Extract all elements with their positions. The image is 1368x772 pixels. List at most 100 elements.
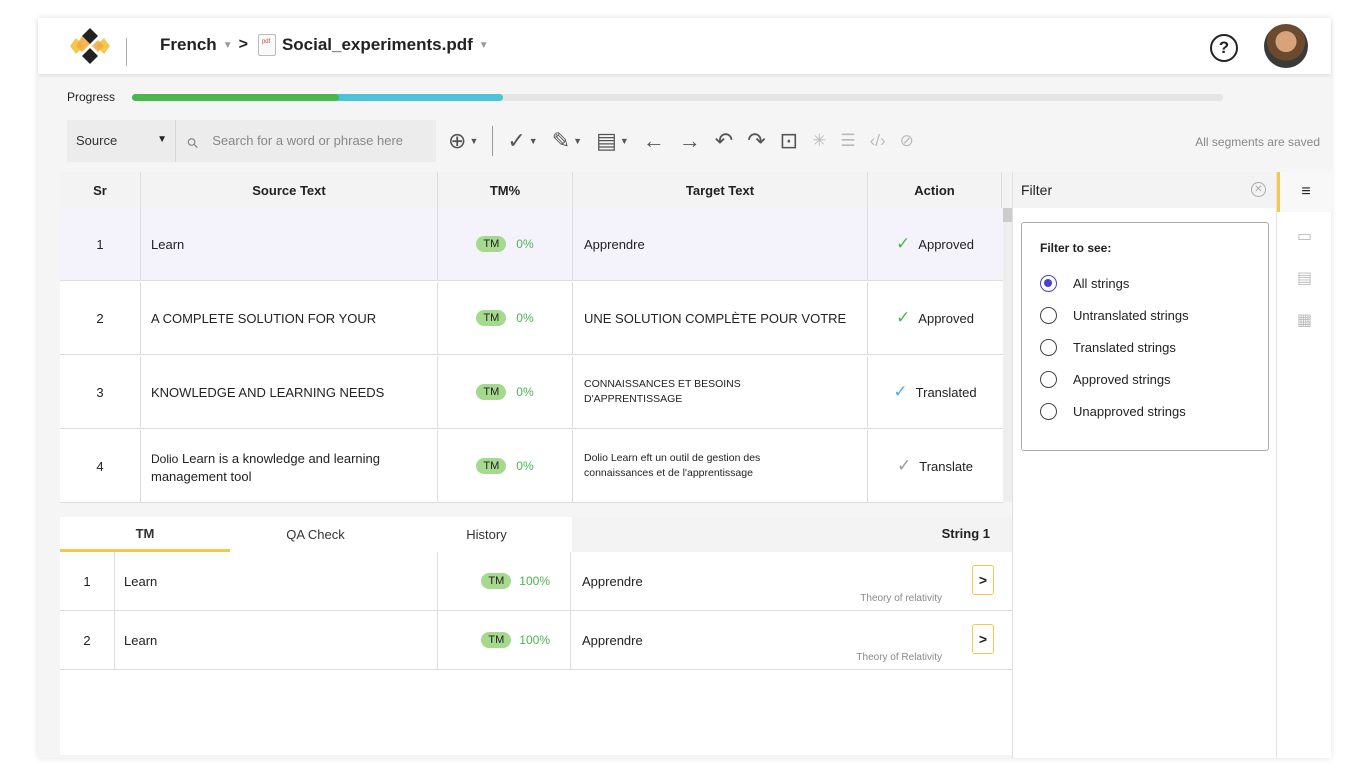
scrollbar-thumb[interactable] [1003, 208, 1012, 222]
row-action[interactable]: ✓ Approved [868, 282, 1002, 354]
progress-approved-fill [132, 94, 340, 101]
file-dropdown-icon[interactable]: ▼ [479, 40, 489, 51]
row-sr: 1 [60, 208, 141, 280]
align-icon[interactable]: ☰ [840, 131, 855, 151]
tab-history[interactable]: History [401, 517, 572, 552]
language-dropdown-icon[interactable]: ▼ [223, 40, 233, 51]
redo-icon[interactable]: ↷ [747, 128, 765, 154]
toolbar-divider [492, 126, 494, 156]
download-tool[interactable]: ⊕ ▼ [448, 128, 478, 154]
search-box[interactable]: ⚲ Search for a word or phrase here [175, 120, 436, 162]
segments-table: Sr Source Text TM% Target Text Action 1 … [60, 172, 1012, 503]
calculator-icon[interactable]: ▦ [1277, 300, 1332, 340]
filter-option-all[interactable]: All strings [1040, 275, 1250, 292]
double-check-icon: ✓ [896, 234, 911, 253]
filter-option-unapproved[interactable]: Unapproved strings [1040, 403, 1250, 420]
search-input[interactable]: Search for a word or phrase here [212, 133, 403, 162]
filter-options-box: Filter to see: All strings Untranslated … [1021, 222, 1269, 451]
hide-icon[interactable]: ⊘ [900, 131, 914, 151]
undo-icon[interactable]: ↶ [715, 128, 733, 154]
tm-percent: 0% [516, 459, 534, 473]
side-rail: ≡ ▭ ▤ ▦ [1276, 172, 1332, 758]
tm-match-row[interactable]: 2 Learn TM 100% Apprendre Theory of Relat… [60, 611, 1012, 670]
row-target[interactable]: Dolio Learn eft un outil de gestion des … [573, 430, 868, 502]
tab-qa-check[interactable]: QA Check [230, 517, 401, 552]
confirm-tool[interactable]: ✓ ▼ [507, 128, 537, 154]
code-tags-icon[interactable]: ‹/› [870, 131, 886, 151]
special-chars-icon[interactable]: ✳ [812, 131, 826, 151]
help-icon[interactable]: ? [1210, 34, 1238, 62]
row-source-text: Learn is a knowledge and learning manage… [151, 451, 381, 484]
table-row[interactable]: 3 KNOWLEDGE AND LEARNING NEEDS TM 0% CONN… [60, 356, 1003, 429]
tm-percent: 0% [516, 237, 534, 251]
row-target[interactable]: CONNAISSANCES ET BESOINS D'APPRENTISSAGE [573, 356, 868, 428]
source-dropdown[interactable]: Source ▼ [67, 120, 175, 162]
match-tm: TM 100% [438, 552, 571, 610]
arrow-right-icon[interactable]: → [679, 128, 701, 154]
bottom-panel: TM QA Check History String 1 1 Learn TM 1… [60, 517, 1012, 755]
filter-option-label: Approved strings [1073, 372, 1171, 387]
close-icon[interactable]: ✕ [1251, 182, 1266, 197]
radio[interactable] [1040, 371, 1057, 388]
filter-option-label: Untranslated strings [1073, 308, 1189, 323]
table-row[interactable]: 1 Learn TM 0% Apprendre ✓ Approved [60, 208, 1003, 281]
row-action[interactable]: ✓ Translated [868, 356, 1002, 428]
document-icon: ▤ [596, 128, 617, 153]
tm-percent: 100% [519, 633, 550, 647]
filter-option-approved[interactable]: Approved strings [1040, 371, 1250, 388]
table-scrollbar[interactable] [1003, 208, 1012, 502]
row-action[interactable]: ✓ Approved [868, 208, 1002, 280]
table-header: Sr Source Text TM% Target Text Action [60, 172, 1012, 208]
action-label: Approved [918, 310, 974, 326]
note-icon[interactable]: ▤ [1277, 258, 1332, 298]
filter-option-label: Translated strings [1073, 340, 1176, 355]
copy-caret-icon: ▼ [619, 136, 629, 146]
arrow-left-icon[interactable]: ← [643, 128, 665, 154]
double-check-icon: ✓ [897, 456, 912, 475]
language-selector[interactable]: French [160, 35, 217, 55]
app-frame: French ▼ > pdf Social_experiments.pdf ▼ … [38, 18, 1332, 758]
col-header-target: Target Text [573, 172, 868, 208]
radio-selected[interactable] [1040, 275, 1057, 292]
action-label: Approved [918, 236, 974, 252]
filter-option-untranslated[interactable]: Untranslated strings [1040, 307, 1250, 324]
apply-match-button[interactable]: > [972, 624, 994, 654]
filter-option-label: All strings [1073, 276, 1130, 291]
radio[interactable] [1040, 403, 1057, 420]
apply-match-button[interactable]: > [972, 565, 994, 595]
row-target[interactable]: Apprendre [573, 208, 868, 280]
tm-badge: TM [481, 573, 512, 589]
match-source: Learn [115, 611, 438, 669]
radio[interactable] [1040, 307, 1057, 324]
user-avatar[interactable] [1264, 24, 1308, 68]
breadcrumb-arrow-icon: > [238, 36, 248, 53]
source-dropdown-value: Source [76, 133, 118, 148]
tm-match-row[interactable]: 1 Learn TM 100% Apprendre Theory of relat… [60, 552, 1012, 611]
bottom-tabs: TM QA Check History [60, 517, 1012, 552]
row-action[interactable]: ✓ Translate [868, 430, 1002, 502]
pdf-file-icon: pdf [257, 34, 276, 56]
file-selector[interactable]: Social_experiments.pdf [282, 35, 473, 55]
match-target: Apprendre Theory of relativity > [571, 552, 1012, 610]
match-source: Learn [115, 552, 438, 610]
match-sr: 1 [60, 552, 115, 610]
match-sr: 2 [60, 611, 115, 669]
table-row[interactable]: 2 A COMPLETE SOLUTION FOR YOUR TM 0% UNE … [60, 282, 1003, 355]
header-divider [126, 38, 127, 66]
filter-icon[interactable]: ≡ [1277, 172, 1332, 212]
app-logo-icon [70, 28, 110, 64]
progress-label: Progress [67, 90, 116, 104]
row-target[interactable]: UNE SOLUTION COMPLÈTE POUR VOTRE [573, 282, 868, 354]
match-target: Apprendre Theory of Relativity > [571, 611, 1012, 669]
checkmark-icon: ✓ [507, 128, 526, 153]
eraser-tool[interactable]: ✎ ▼ [552, 128, 582, 154]
find-replace-icon[interactable]: ⊡ [780, 128, 798, 154]
table-row[interactable]: 4 Dolio Learn is a knowledge and learnin… [60, 430, 1003, 503]
double-check-icon: ✓ [896, 308, 911, 327]
radio[interactable] [1040, 339, 1057, 356]
tab-tm[interactable]: TM [60, 517, 230, 552]
filter-option-translated[interactable]: Translated strings [1040, 339, 1250, 356]
row-sr: 3 [60, 356, 141, 428]
comment-icon[interactable]: ▭ [1277, 216, 1332, 256]
copy-tool[interactable]: ▤ ▼ [596, 128, 629, 154]
